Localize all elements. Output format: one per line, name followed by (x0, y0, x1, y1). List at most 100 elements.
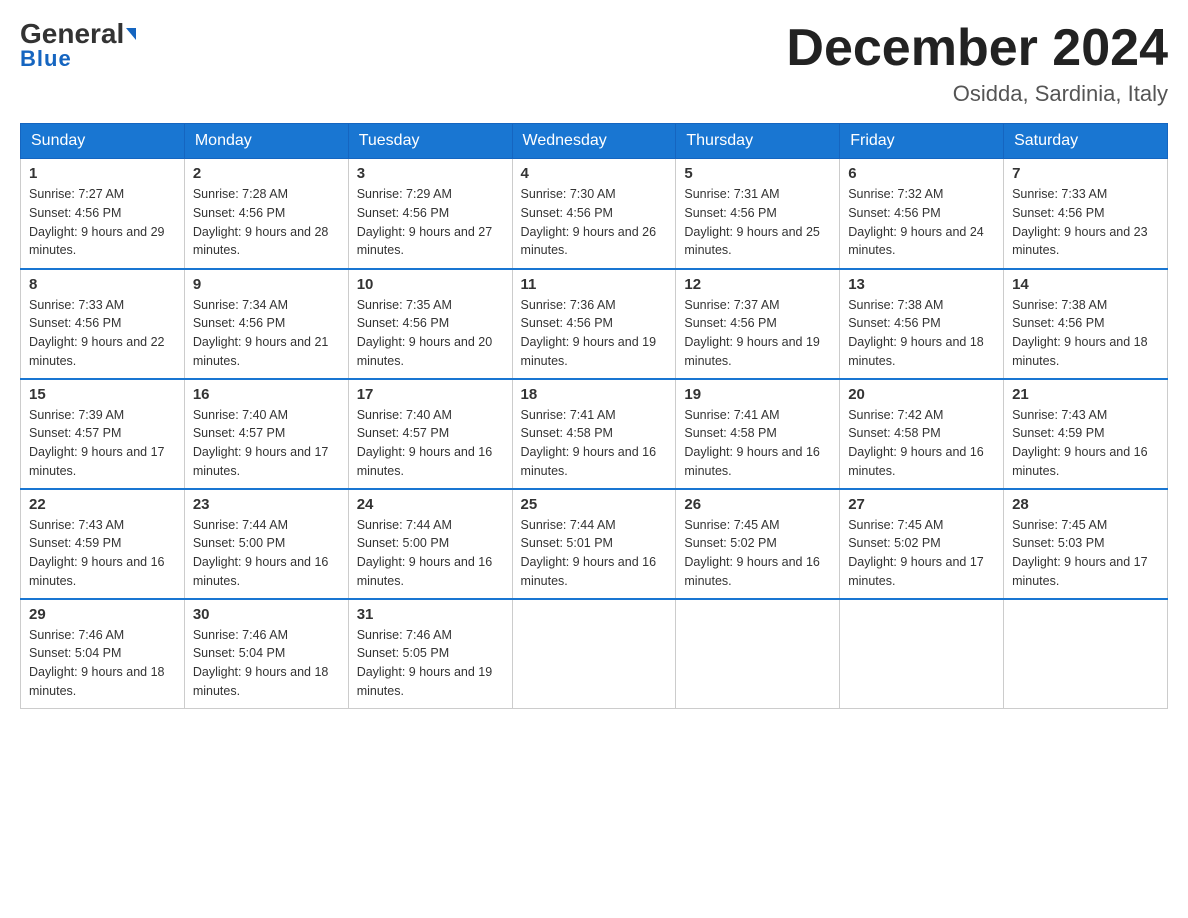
day-number: 23 (193, 496, 340, 513)
day-detail: Sunrise: 7:36 AMSunset: 4:56 PMDaylight:… (521, 296, 668, 371)
table-row: 22 Sunrise: 7:43 AMSunset: 4:59 PMDaylig… (21, 489, 185, 599)
day-number: 28 (1012, 496, 1159, 513)
day-number: 4 (521, 165, 668, 182)
table-row: 29 Sunrise: 7:46 AMSunset: 5:04 PMDaylig… (21, 599, 185, 709)
day-detail: Sunrise: 7:41 AMSunset: 4:58 PMDaylight:… (684, 406, 831, 481)
day-detail: Sunrise: 7:46 AMSunset: 5:05 PMDaylight:… (357, 626, 504, 701)
day-detail: Sunrise: 7:43 AMSunset: 4:59 PMDaylight:… (1012, 406, 1159, 481)
table-row: 16 Sunrise: 7:40 AMSunset: 4:57 PMDaylig… (184, 379, 348, 489)
day-number: 21 (1012, 386, 1159, 403)
calendar-week-row: 15 Sunrise: 7:39 AMSunset: 4:57 PMDaylig… (21, 379, 1168, 489)
day-number: 11 (521, 276, 668, 293)
calendar-week-row: 1 Sunrise: 7:27 AMSunset: 4:56 PMDayligh… (21, 159, 1168, 269)
day-number: 16 (193, 386, 340, 403)
calendar-header-row: Sunday Monday Tuesday Wednesday Thursday… (21, 124, 1168, 159)
day-detail: Sunrise: 7:44 AMSunset: 5:00 PMDaylight:… (357, 516, 504, 591)
day-detail: Sunrise: 7:41 AMSunset: 4:58 PMDaylight:… (521, 406, 668, 481)
day-number: 3 (357, 165, 504, 182)
day-number: 14 (1012, 276, 1159, 293)
table-row: 21 Sunrise: 7:43 AMSunset: 4:59 PMDaylig… (1004, 379, 1168, 489)
day-number: 7 (1012, 165, 1159, 182)
table-row: 31 Sunrise: 7:46 AMSunset: 5:05 PMDaylig… (348, 599, 512, 709)
day-number: 30 (193, 606, 340, 623)
day-detail: Sunrise: 7:43 AMSunset: 4:59 PMDaylight:… (29, 516, 176, 591)
day-detail: Sunrise: 7:45 AMSunset: 5:02 PMDaylight:… (684, 516, 831, 591)
table-row (512, 599, 676, 709)
day-number: 1 (29, 165, 176, 182)
table-row: 30 Sunrise: 7:46 AMSunset: 5:04 PMDaylig… (184, 599, 348, 709)
table-row: 10 Sunrise: 7:35 AMSunset: 4:56 PMDaylig… (348, 269, 512, 379)
table-row: 6 Sunrise: 7:32 AMSunset: 4:56 PMDayligh… (840, 159, 1004, 269)
day-detail: Sunrise: 7:33 AMSunset: 4:56 PMDaylight:… (29, 296, 176, 371)
day-number: 25 (521, 496, 668, 513)
table-row: 11 Sunrise: 7:36 AMSunset: 4:56 PMDaylig… (512, 269, 676, 379)
day-number: 19 (684, 386, 831, 403)
day-detail: Sunrise: 7:45 AMSunset: 5:03 PMDaylight:… (1012, 516, 1159, 591)
day-number: 24 (357, 496, 504, 513)
day-number: 9 (193, 276, 340, 293)
day-number: 13 (848, 276, 995, 293)
day-number: 12 (684, 276, 831, 293)
day-number: 17 (357, 386, 504, 403)
col-monday: Monday (184, 124, 348, 159)
day-detail: Sunrise: 7:44 AMSunset: 5:00 PMDaylight:… (193, 516, 340, 591)
table-row: 2 Sunrise: 7:28 AMSunset: 4:56 PMDayligh… (184, 159, 348, 269)
calendar-week-row: 29 Sunrise: 7:46 AMSunset: 5:04 PMDaylig… (21, 599, 1168, 709)
logo: General Blue (20, 20, 136, 72)
col-friday: Friday (840, 124, 1004, 159)
calendar-week-row: 8 Sunrise: 7:33 AMSunset: 4:56 PMDayligh… (21, 269, 1168, 379)
table-row: 4 Sunrise: 7:30 AMSunset: 4:56 PMDayligh… (512, 159, 676, 269)
day-detail: Sunrise: 7:38 AMSunset: 4:56 PMDaylight:… (1012, 296, 1159, 371)
day-detail: Sunrise: 7:32 AMSunset: 4:56 PMDaylight:… (848, 185, 995, 260)
table-row: 19 Sunrise: 7:41 AMSunset: 4:58 PMDaylig… (676, 379, 840, 489)
day-number: 31 (357, 606, 504, 623)
month-title: December 2024 (786, 20, 1168, 77)
table-row: 24 Sunrise: 7:44 AMSunset: 5:00 PMDaylig… (348, 489, 512, 599)
logo-general: General (20, 18, 124, 49)
calendar-table: Sunday Monday Tuesday Wednesday Thursday… (20, 123, 1168, 709)
table-row: 27 Sunrise: 7:45 AMSunset: 5:02 PMDaylig… (840, 489, 1004, 599)
table-row: 1 Sunrise: 7:27 AMSunset: 4:56 PMDayligh… (21, 159, 185, 269)
day-number: 29 (29, 606, 176, 623)
day-number: 15 (29, 386, 176, 403)
table-row: 15 Sunrise: 7:39 AMSunset: 4:57 PMDaylig… (21, 379, 185, 489)
table-row: 12 Sunrise: 7:37 AMSunset: 4:56 PMDaylig… (676, 269, 840, 379)
day-detail: Sunrise: 7:28 AMSunset: 4:56 PMDaylight:… (193, 185, 340, 260)
table-row: 5 Sunrise: 7:31 AMSunset: 4:56 PMDayligh… (676, 159, 840, 269)
day-number: 26 (684, 496, 831, 513)
day-detail: Sunrise: 7:37 AMSunset: 4:56 PMDaylight:… (684, 296, 831, 371)
day-number: 20 (848, 386, 995, 403)
day-number: 10 (357, 276, 504, 293)
logo-text: General (20, 20, 136, 48)
table-row (840, 599, 1004, 709)
table-row: 13 Sunrise: 7:38 AMSunset: 4:56 PMDaylig… (840, 269, 1004, 379)
day-detail: Sunrise: 7:39 AMSunset: 4:57 PMDaylight:… (29, 406, 176, 481)
table-row: 14 Sunrise: 7:38 AMSunset: 4:56 PMDaylig… (1004, 269, 1168, 379)
day-detail: Sunrise: 7:38 AMSunset: 4:56 PMDaylight:… (848, 296, 995, 371)
col-sunday: Sunday (21, 124, 185, 159)
table-row (676, 599, 840, 709)
location-title: Osidda, Sardinia, Italy (786, 81, 1168, 107)
title-area: December 2024 Osidda, Sardinia, Italy (786, 20, 1168, 107)
col-wednesday: Wednesday (512, 124, 676, 159)
day-number: 6 (848, 165, 995, 182)
day-number: 18 (521, 386, 668, 403)
table-row: 17 Sunrise: 7:40 AMSunset: 4:57 PMDaylig… (348, 379, 512, 489)
day-detail: Sunrise: 7:40 AMSunset: 4:57 PMDaylight:… (357, 406, 504, 481)
day-detail: Sunrise: 7:40 AMSunset: 4:57 PMDaylight:… (193, 406, 340, 481)
table-row: 28 Sunrise: 7:45 AMSunset: 5:03 PMDaylig… (1004, 489, 1168, 599)
logo-triangle-icon (126, 28, 136, 40)
day-detail: Sunrise: 7:46 AMSunset: 5:04 PMDaylight:… (29, 626, 176, 701)
day-detail: Sunrise: 7:31 AMSunset: 4:56 PMDaylight:… (684, 185, 831, 260)
table-row: 23 Sunrise: 7:44 AMSunset: 5:00 PMDaylig… (184, 489, 348, 599)
col-thursday: Thursday (676, 124, 840, 159)
table-row: 25 Sunrise: 7:44 AMSunset: 5:01 PMDaylig… (512, 489, 676, 599)
day-number: 2 (193, 165, 340, 182)
day-detail: Sunrise: 7:42 AMSunset: 4:58 PMDaylight:… (848, 406, 995, 481)
day-detail: Sunrise: 7:35 AMSunset: 4:56 PMDaylight:… (357, 296, 504, 371)
logo-blue: Blue (20, 46, 72, 72)
day-detail: Sunrise: 7:30 AMSunset: 4:56 PMDaylight:… (521, 185, 668, 260)
table-row: 8 Sunrise: 7:33 AMSunset: 4:56 PMDayligh… (21, 269, 185, 379)
table-row (1004, 599, 1168, 709)
day-number: 27 (848, 496, 995, 513)
